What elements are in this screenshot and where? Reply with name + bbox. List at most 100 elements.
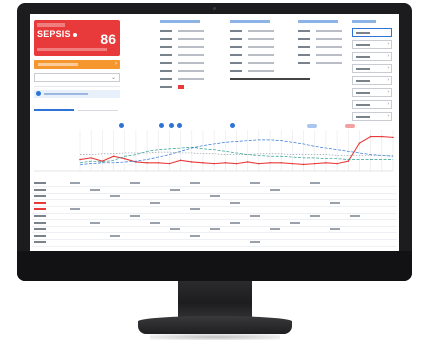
table-row-label — [34, 188, 46, 191]
tab-primary[interactable] — [34, 103, 74, 111]
filter-option[interactable]: › — [352, 40, 392, 49]
camera-icon — [213, 7, 216, 10]
detail-row — [298, 36, 342, 42]
detail-row — [160, 44, 204, 50]
filter-panel: › › › › › › › — [352, 20, 396, 124]
series-point[interactable] — [258, 162, 260, 165]
detail-link[interactable] — [230, 76, 310, 82]
table-row-label — [34, 215, 46, 217]
filter-option[interactable]: › — [352, 88, 392, 97]
info-icon — [36, 91, 41, 96]
table-cell — [170, 188, 180, 191]
status-select[interactable]: ⌄ — [34, 73, 120, 82]
table-cell — [250, 241, 260, 244]
series-point[interactable] — [202, 162, 204, 164]
series-point[interactable] — [112, 155, 115, 158]
table-row-label — [34, 228, 46, 231]
filter-option[interactable]: › — [352, 76, 392, 85]
series-point[interactable] — [213, 162, 215, 165]
series-point[interactable] — [392, 136, 394, 139]
series-point[interactable] — [157, 162, 160, 164]
filter-apply-button[interactable] — [352, 28, 392, 37]
table-cell — [230, 201, 240, 204]
table-cell — [330, 228, 340, 231]
series-point[interactable] — [224, 162, 227, 164]
event-marker-icon[interactable] — [159, 123, 164, 128]
divider — [34, 86, 120, 87]
event-marker-icon[interactable] — [230, 123, 235, 128]
table-cell — [190, 182, 200, 184]
series-point[interactable] — [291, 162, 294, 165]
series-point[interactable] — [246, 161, 249, 163]
filter-option[interactable]: › — [352, 100, 392, 109]
series-point[interactable] — [369, 135, 372, 138]
sepsis-title: SEPSIS — [37, 29, 77, 39]
series-point[interactable] — [302, 163, 305, 166]
filter-option[interactable]: › — [352, 112, 392, 121]
series-point[interactable] — [190, 161, 193, 163]
table-cell — [130, 182, 140, 184]
vitals-data-table — [32, 180, 397, 248]
table-row-label — [34, 241, 46, 244]
section-heading — [298, 20, 338, 23]
monitor-chin — [17, 251, 412, 281]
table-cell — [330, 201, 340, 204]
event-marker-icon[interactable] — [177, 123, 182, 128]
table-cell — [110, 195, 120, 198]
vitals-timeline-chart[interactable] — [32, 122, 397, 177]
table-cell — [270, 188, 280, 191]
event-flag-blue[interactable] — [307, 124, 317, 128]
sepsis-score-card[interactable]: SEPSIS 86 — [34, 20, 120, 56]
tab-secondary[interactable] — [78, 103, 118, 111]
table-cell — [150, 201, 160, 204]
event-marker-icon[interactable] — [119, 123, 124, 128]
series-point[interactable] — [90, 157, 92, 159]
table-row-label — [34, 182, 46, 184]
filter-option[interactable]: › — [352, 64, 392, 73]
table-cell — [190, 208, 200, 211]
detail-row — [160, 36, 204, 42]
table-cell — [130, 215, 140, 217]
table-cell — [150, 221, 160, 224]
status-dot-icon — [72, 32, 77, 37]
series-point[interactable] — [179, 159, 182, 162]
series-point[interactable] — [336, 162, 338, 165]
series-point[interactable] — [123, 157, 126, 160]
series-point[interactable] — [347, 160, 350, 162]
stand-shadow — [150, 334, 280, 340]
table-cell — [250, 182, 260, 184]
info-banner — [34, 90, 120, 98]
detail-row — [298, 28, 342, 34]
table-cell — [210, 228, 220, 231]
series-point[interactable] — [235, 162, 238, 165]
table-cell — [110, 234, 120, 237]
section-heading — [230, 20, 270, 23]
table-cell — [230, 221, 240, 224]
table-row-label — [34, 208, 46, 211]
detail-row — [160, 84, 204, 90]
sepsis-card-subtext — [37, 48, 107, 51]
event-flag-red[interactable] — [345, 124, 355, 128]
series-point[interactable] — [79, 158, 81, 161]
alert-bar[interactable]: › — [34, 60, 120, 69]
table-cell — [310, 215, 320, 217]
table-row-divider — [32, 232, 397, 234]
filter-option[interactable]: › — [352, 52, 392, 61]
series-point[interactable] — [146, 162, 148, 164]
series-point[interactable] — [280, 162, 283, 164]
series-point[interactable] — [313, 162, 316, 165]
series-point[interactable] — [325, 162, 327, 164]
chart-plot — [34, 130, 394, 172]
series-point[interactable] — [168, 162, 171, 165]
series-point[interactable] — [358, 142, 361, 144]
series-point[interactable] — [381, 135, 383, 138]
detail-row — [160, 52, 204, 58]
monitor-stand-base — [138, 316, 292, 334]
series-point[interactable] — [269, 162, 271, 164]
filter-panel-heading — [352, 20, 376, 23]
event-marker-icon[interactable] — [169, 123, 174, 128]
table-cell — [170, 228, 180, 231]
sepsis-title-text: SEPSIS — [37, 29, 71, 39]
detail-row — [298, 44, 342, 50]
monitor-bezel: SEPSIS 86 › ⌄ › › › › › › › — [17, 3, 412, 281]
